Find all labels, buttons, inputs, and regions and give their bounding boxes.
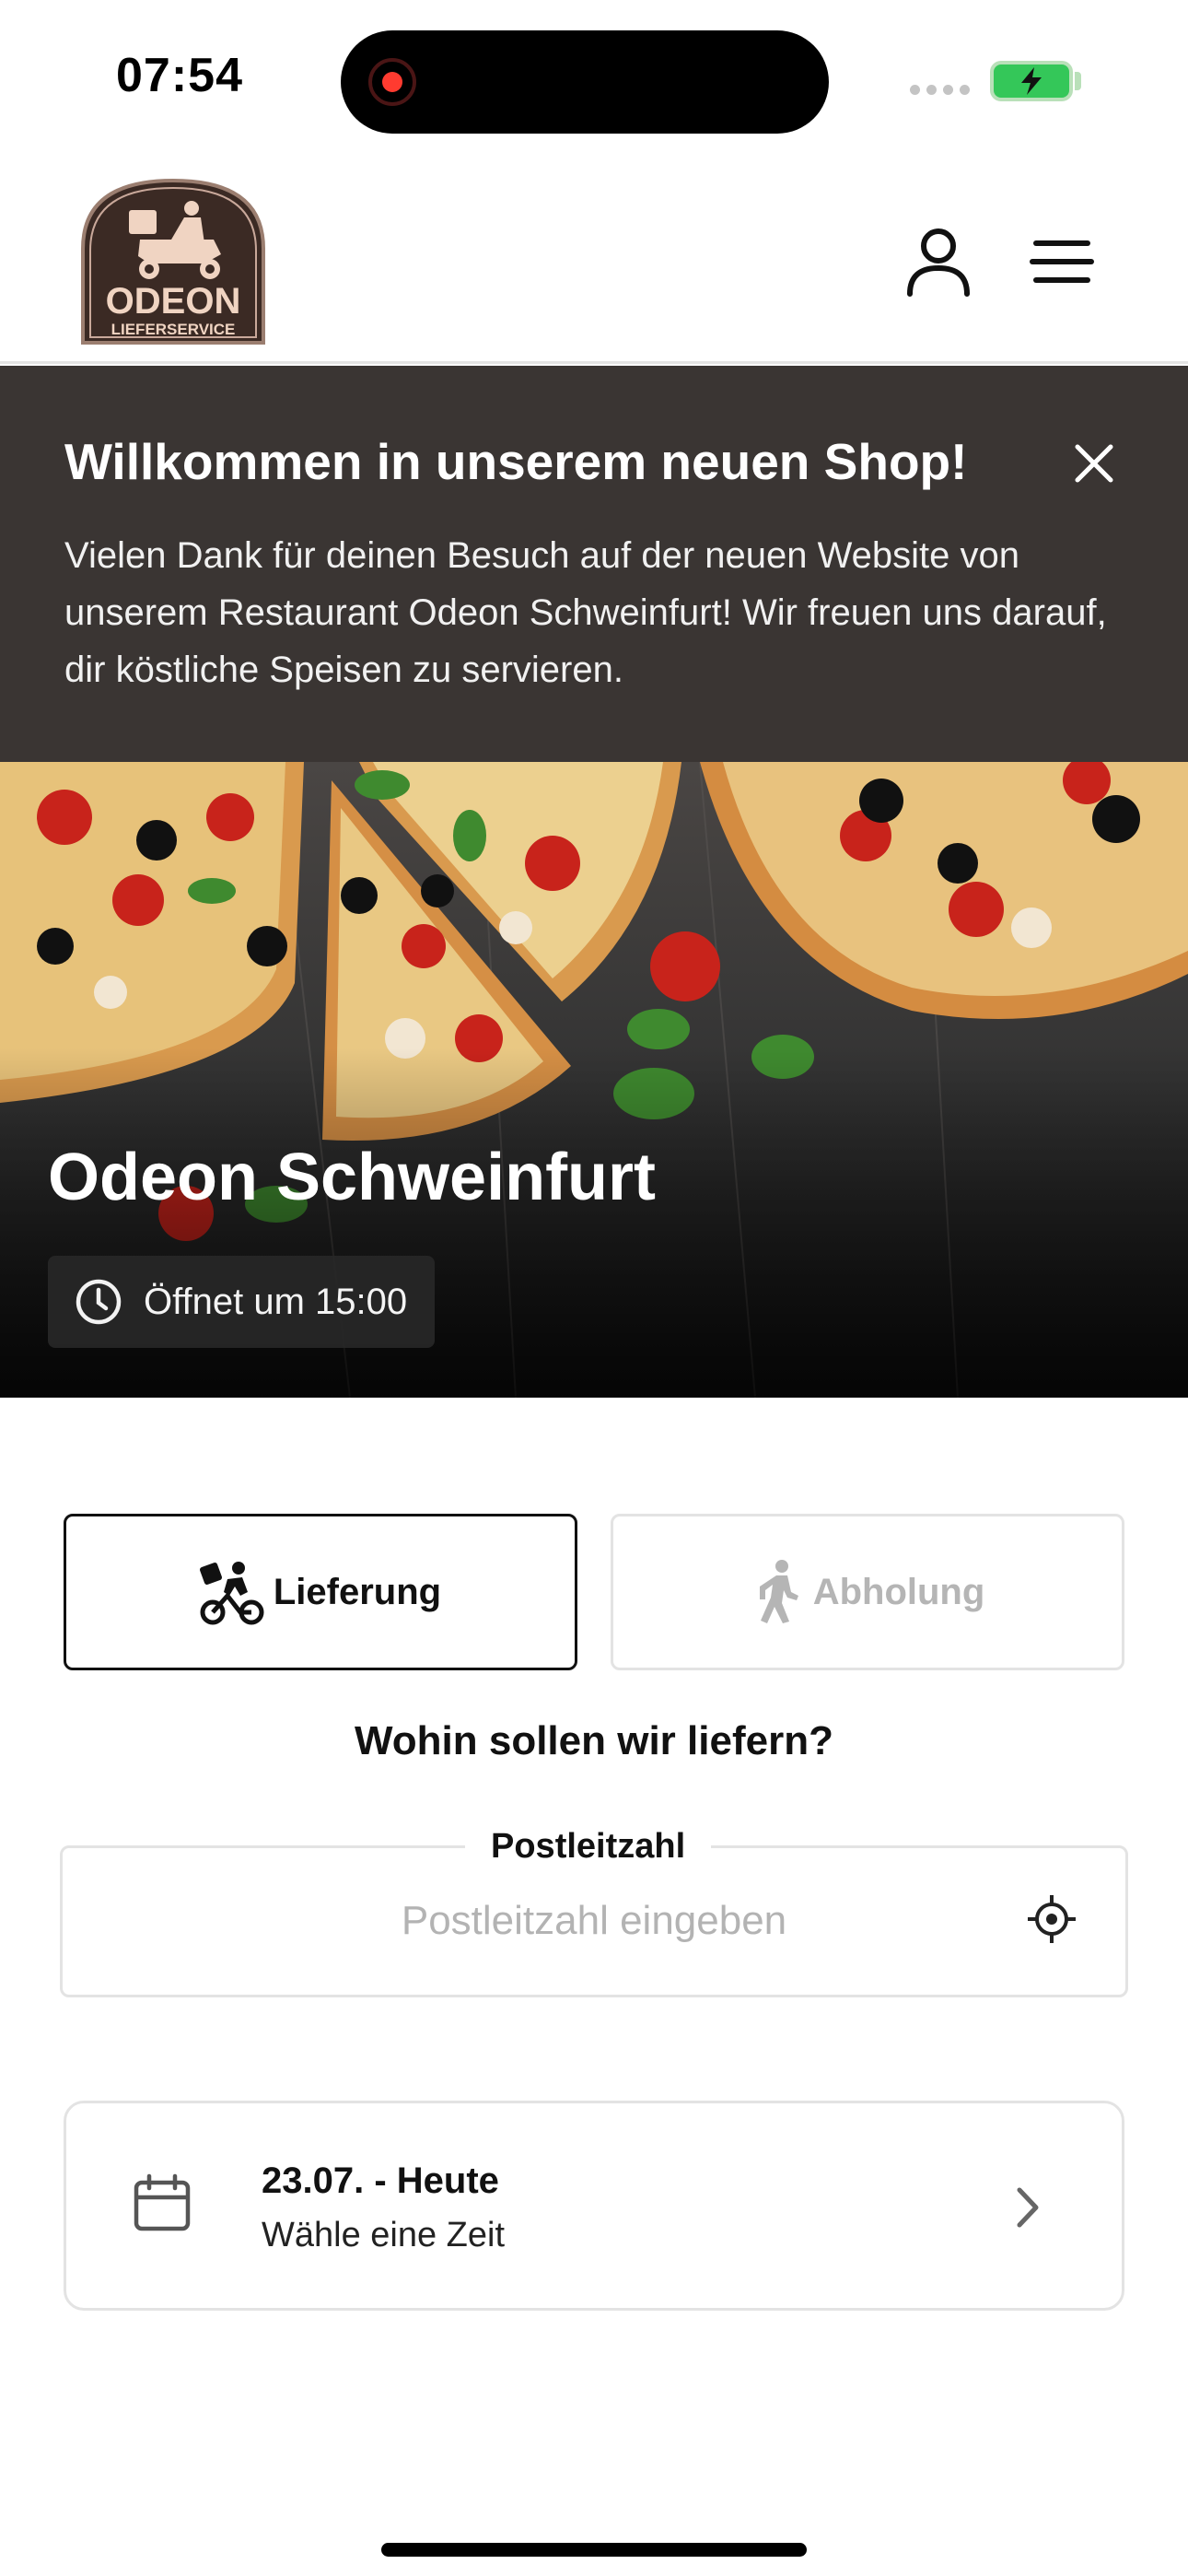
- zip-field-label: Postleitzahl: [465, 1827, 712, 1867]
- battery-icon: [990, 61, 1073, 101]
- delivery-time-selector[interactable]: 23.07. - Heute Wähle eine Zeit: [64, 2101, 1124, 2311]
- chevron-right-icon: [1017, 2187, 1039, 2228]
- logo-name: ODEON: [106, 281, 241, 322]
- close-icon: [1075, 444, 1113, 483]
- banner-text: Vielen Dank für deinen Besuch auf der ne…: [64, 535, 1107, 690]
- delivery-question: Wohin sollen wir liefern?: [355, 1718, 833, 1763]
- walking-person-icon: [759, 1560, 798, 1623]
- menu-icon: [1030, 240, 1094, 283]
- user-account-button[interactable]: [903, 226, 974, 298]
- opening-hours-text: Öffnet um 15:00: [144, 1281, 408, 1322]
- user-icon: [907, 228, 970, 297]
- pickup-mode-button[interactable]: Abholung: [611, 1514, 1124, 1670]
- delivery-time-hint: Wähle eine Zeit: [262, 2216, 506, 2254]
- clock-icon: [76, 1279, 122, 1325]
- zip-input[interactable]: [92, 1879, 1096, 1962]
- signal-icon: [910, 85, 970, 95]
- menu-button[interactable]: [1027, 230, 1101, 295]
- odeon-logo[interactable]: ODEON LIEFERSERVICE: [76, 175, 271, 350]
- recording-icon: [368, 58, 416, 106]
- battery-tip: [1075, 72, 1081, 90]
- home-indicator[interactable]: [381, 2543, 807, 2557]
- calendar-icon: [134, 2173, 191, 2231]
- pickup-mode-label: Abholung: [812, 1571, 985, 1612]
- banner-close-button[interactable]: [1068, 438, 1120, 489]
- bicycle-delivery-icon: [199, 1562, 264, 1625]
- delivery-mode-button[interactable]: Lieferung: [64, 1514, 577, 1670]
- crosshair-location-icon: [1028, 1895, 1076, 1943]
- banner-title: Willkommen in unserem neuen Shop!: [64, 433, 968, 490]
- status-bar: 07:54: [0, 0, 1188, 157]
- restaurant-name: Odeon Schweinfurt: [48, 1141, 657, 1214]
- logo-subtitle: LIEFERSERVICE: [111, 321, 236, 338]
- locate-me-button[interactable]: [1026, 1893, 1077, 1945]
- header: ODEON LIEFERSERVICE: [0, 157, 1188, 364]
- welcome-banner: Willkommen in unserem neuen Shop! Vielen…: [0, 366, 1188, 762]
- status-time: 07:54: [116, 49, 243, 102]
- hero-image: Odeon Schweinfurt Öffnet um 15:00: [0, 762, 1188, 1398]
- dynamic-island: [341, 30, 829, 134]
- delivery-mode-label: Lieferung: [273, 1571, 442, 1612]
- delivery-date: 23.07. - Heute: [262, 2160, 499, 2201]
- opening-hours-badge: Öffnet um 15:00: [48, 1256, 436, 1348]
